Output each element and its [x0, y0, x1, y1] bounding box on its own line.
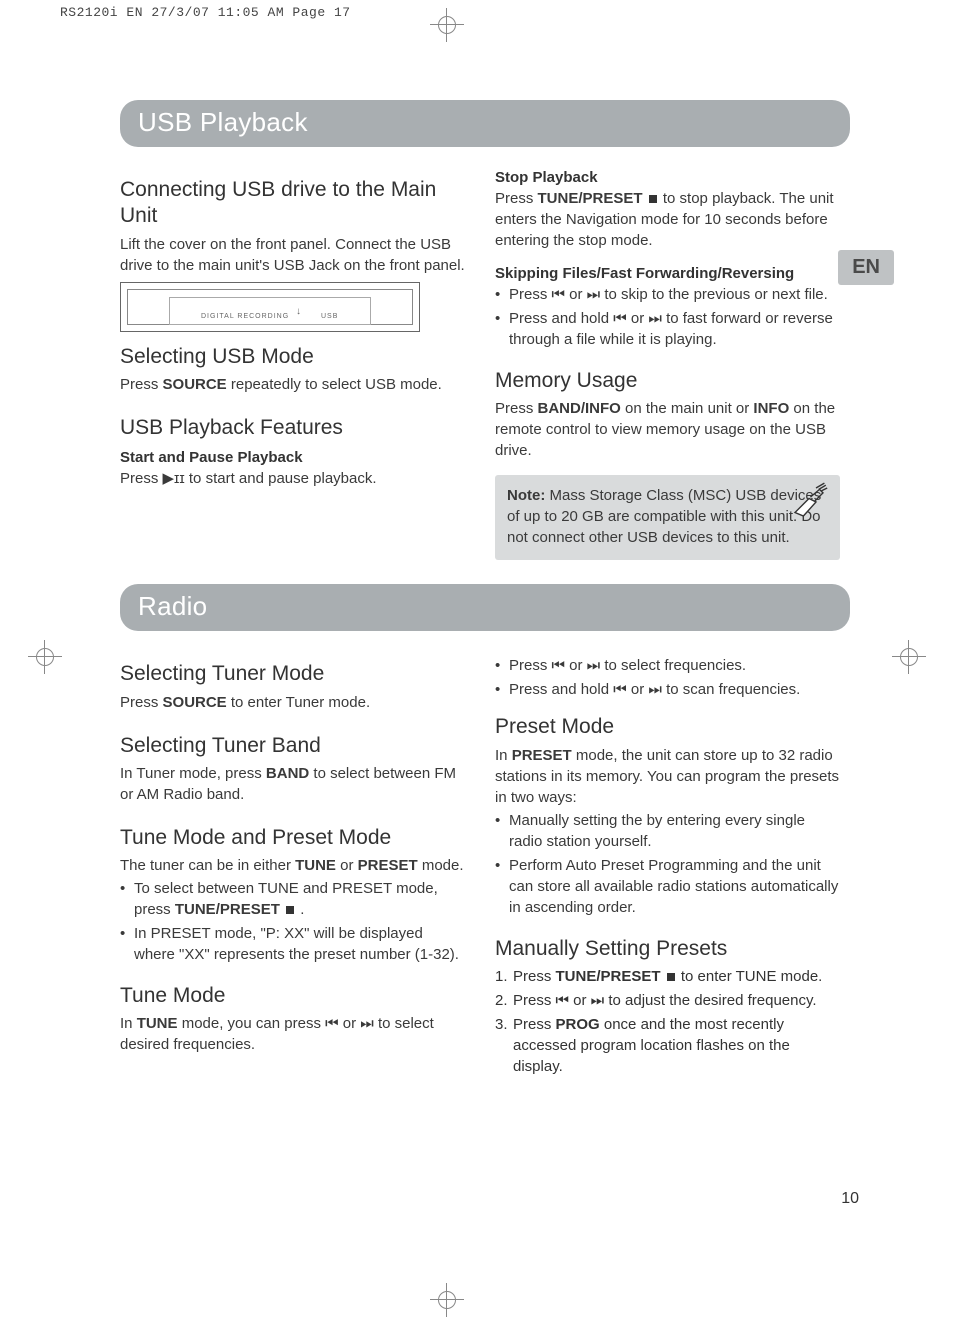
panel-label-recording: DIGITAL RECORDING: [201, 313, 289, 320]
tune-mode-heading: Tune Mode: [120, 983, 465, 1009]
skip-bullet-1: Press ⏮ or ⏭ to skip to the previous or …: [495, 284, 840, 305]
preset-bullet-1: Manually setting the by entering every s…: [495, 810, 840, 852]
stop-playback-text: Press TUNE/PRESET to stop playback. The …: [495, 188, 840, 251]
section-title-radio: Radio: [120, 584, 850, 631]
usb-left-column: Connecting USB drive to the Main Unit Li…: [120, 165, 465, 560]
tuner-mode-text: Press SOURCE to enter Tuner mode.: [120, 692, 465, 713]
panel-label-usb: USB: [321, 313, 338, 320]
print-header: RS2120i EN 27/3/07 11:05 AM Page 17: [60, 5, 351, 20]
connect-usb-text: Lift the cover on the front panel. Conne…: [120, 234, 465, 276]
radio-left-column: Selecting Tuner Mode Press SOURCE to ent…: [120, 649, 465, 1083]
tune-preset-heading: Tune Mode and Preset Mode: [120, 825, 465, 851]
preset-mode-heading: Preset Mode: [495, 714, 840, 740]
writing-hand-icon: [788, 481, 830, 528]
manual-step-1: Press TUNE/PRESET to enter TUNE mode.: [495, 966, 840, 987]
manual-step-3: Press PROG once and the most recently ac…: [495, 1014, 840, 1077]
crop-mark-icon: [28, 640, 62, 674]
preset-bullet-2: Perform Auto Preset Programming and the …: [495, 855, 840, 918]
tuner-band-text: In Tuner mode, press BAND to select betw…: [120, 763, 465, 805]
stop-icon: [667, 973, 675, 981]
tune-mode-text: In TUNE mode, you can press ⏮ or ⏭ to se…: [120, 1013, 465, 1055]
note-text: Note: Mass Storage Class (MSC) USB devic…: [507, 485, 828, 548]
start-pause-text: Press ▶ɪɪ to start and pause playback.: [120, 468, 465, 489]
tuner-mode-heading: Selecting Tuner Mode: [120, 661, 465, 687]
stop-icon: [286, 906, 294, 914]
page-content: USB Playback Connecting USB drive to the…: [120, 100, 850, 1083]
crop-mark-icon: [430, 1283, 464, 1317]
tune-preset-bullet-1: To select between TUNE and PRESET mode, …: [120, 878, 465, 920]
usb-right-column: Stop Playback Press TUNE/PRESET to stop …: [495, 165, 840, 560]
memory-usage-text: Press BAND/INFO on the main unit or INFO…: [495, 398, 840, 461]
select-usb-heading: Selecting USB Mode: [120, 344, 465, 370]
manual-step-2: Press ⏮ or ⏭ to adjust the desired frequ…: [495, 990, 840, 1011]
tune-preset-bullet-2: In PRESET mode, "P: XX" will be displaye…: [120, 923, 465, 965]
stop-playback-heading: Stop Playback: [495, 169, 840, 186]
freq-bullet-1: Press ⏮ or ⏭ to select frequencies.: [495, 655, 840, 676]
section-title-usb: USB Playback: [120, 100, 850, 147]
front-panel-diagram: ↓ DIGITAL RECORDING USB: [120, 282, 420, 332]
preset-mode-text: In PRESET mode, the unit can store up to…: [495, 745, 840, 808]
tuner-band-heading: Selecting Tuner Band: [120, 733, 465, 759]
usb-features-heading: USB Playback Features: [120, 415, 465, 441]
crop-mark-icon: [430, 8, 464, 42]
memory-usage-heading: Memory Usage: [495, 368, 840, 394]
skip-heading: Skipping Files/Fast Forwarding/Reversing: [495, 265, 840, 282]
select-usb-text: Press SOURCE repeatedly to select USB mo…: [120, 374, 465, 395]
skip-bullet-2: Press and hold ⏮ or ⏭ to fast forward or…: [495, 308, 840, 350]
tune-preset-text: The tuner can be in either TUNE or PRESE…: [120, 855, 465, 876]
connect-usb-heading: Connecting USB drive to the Main Unit: [120, 177, 465, 230]
arrow-down-icon: ↓: [296, 306, 301, 317]
manual-presets-heading: Manually Setting Presets: [495, 936, 840, 962]
page-number: 10: [841, 1190, 859, 1208]
stop-icon: [649, 195, 657, 203]
start-pause-heading: Start and Pause Playback: [120, 449, 465, 466]
radio-right-column: Press ⏮ or ⏭ to select frequencies. Pres…: [495, 649, 840, 1083]
freq-bullet-2: Press and hold ⏮ or ⏭ to scan frequencie…: [495, 679, 840, 700]
crop-mark-icon: [892, 640, 926, 674]
note-box: Note: Mass Storage Class (MSC) USB devic…: [495, 475, 840, 560]
